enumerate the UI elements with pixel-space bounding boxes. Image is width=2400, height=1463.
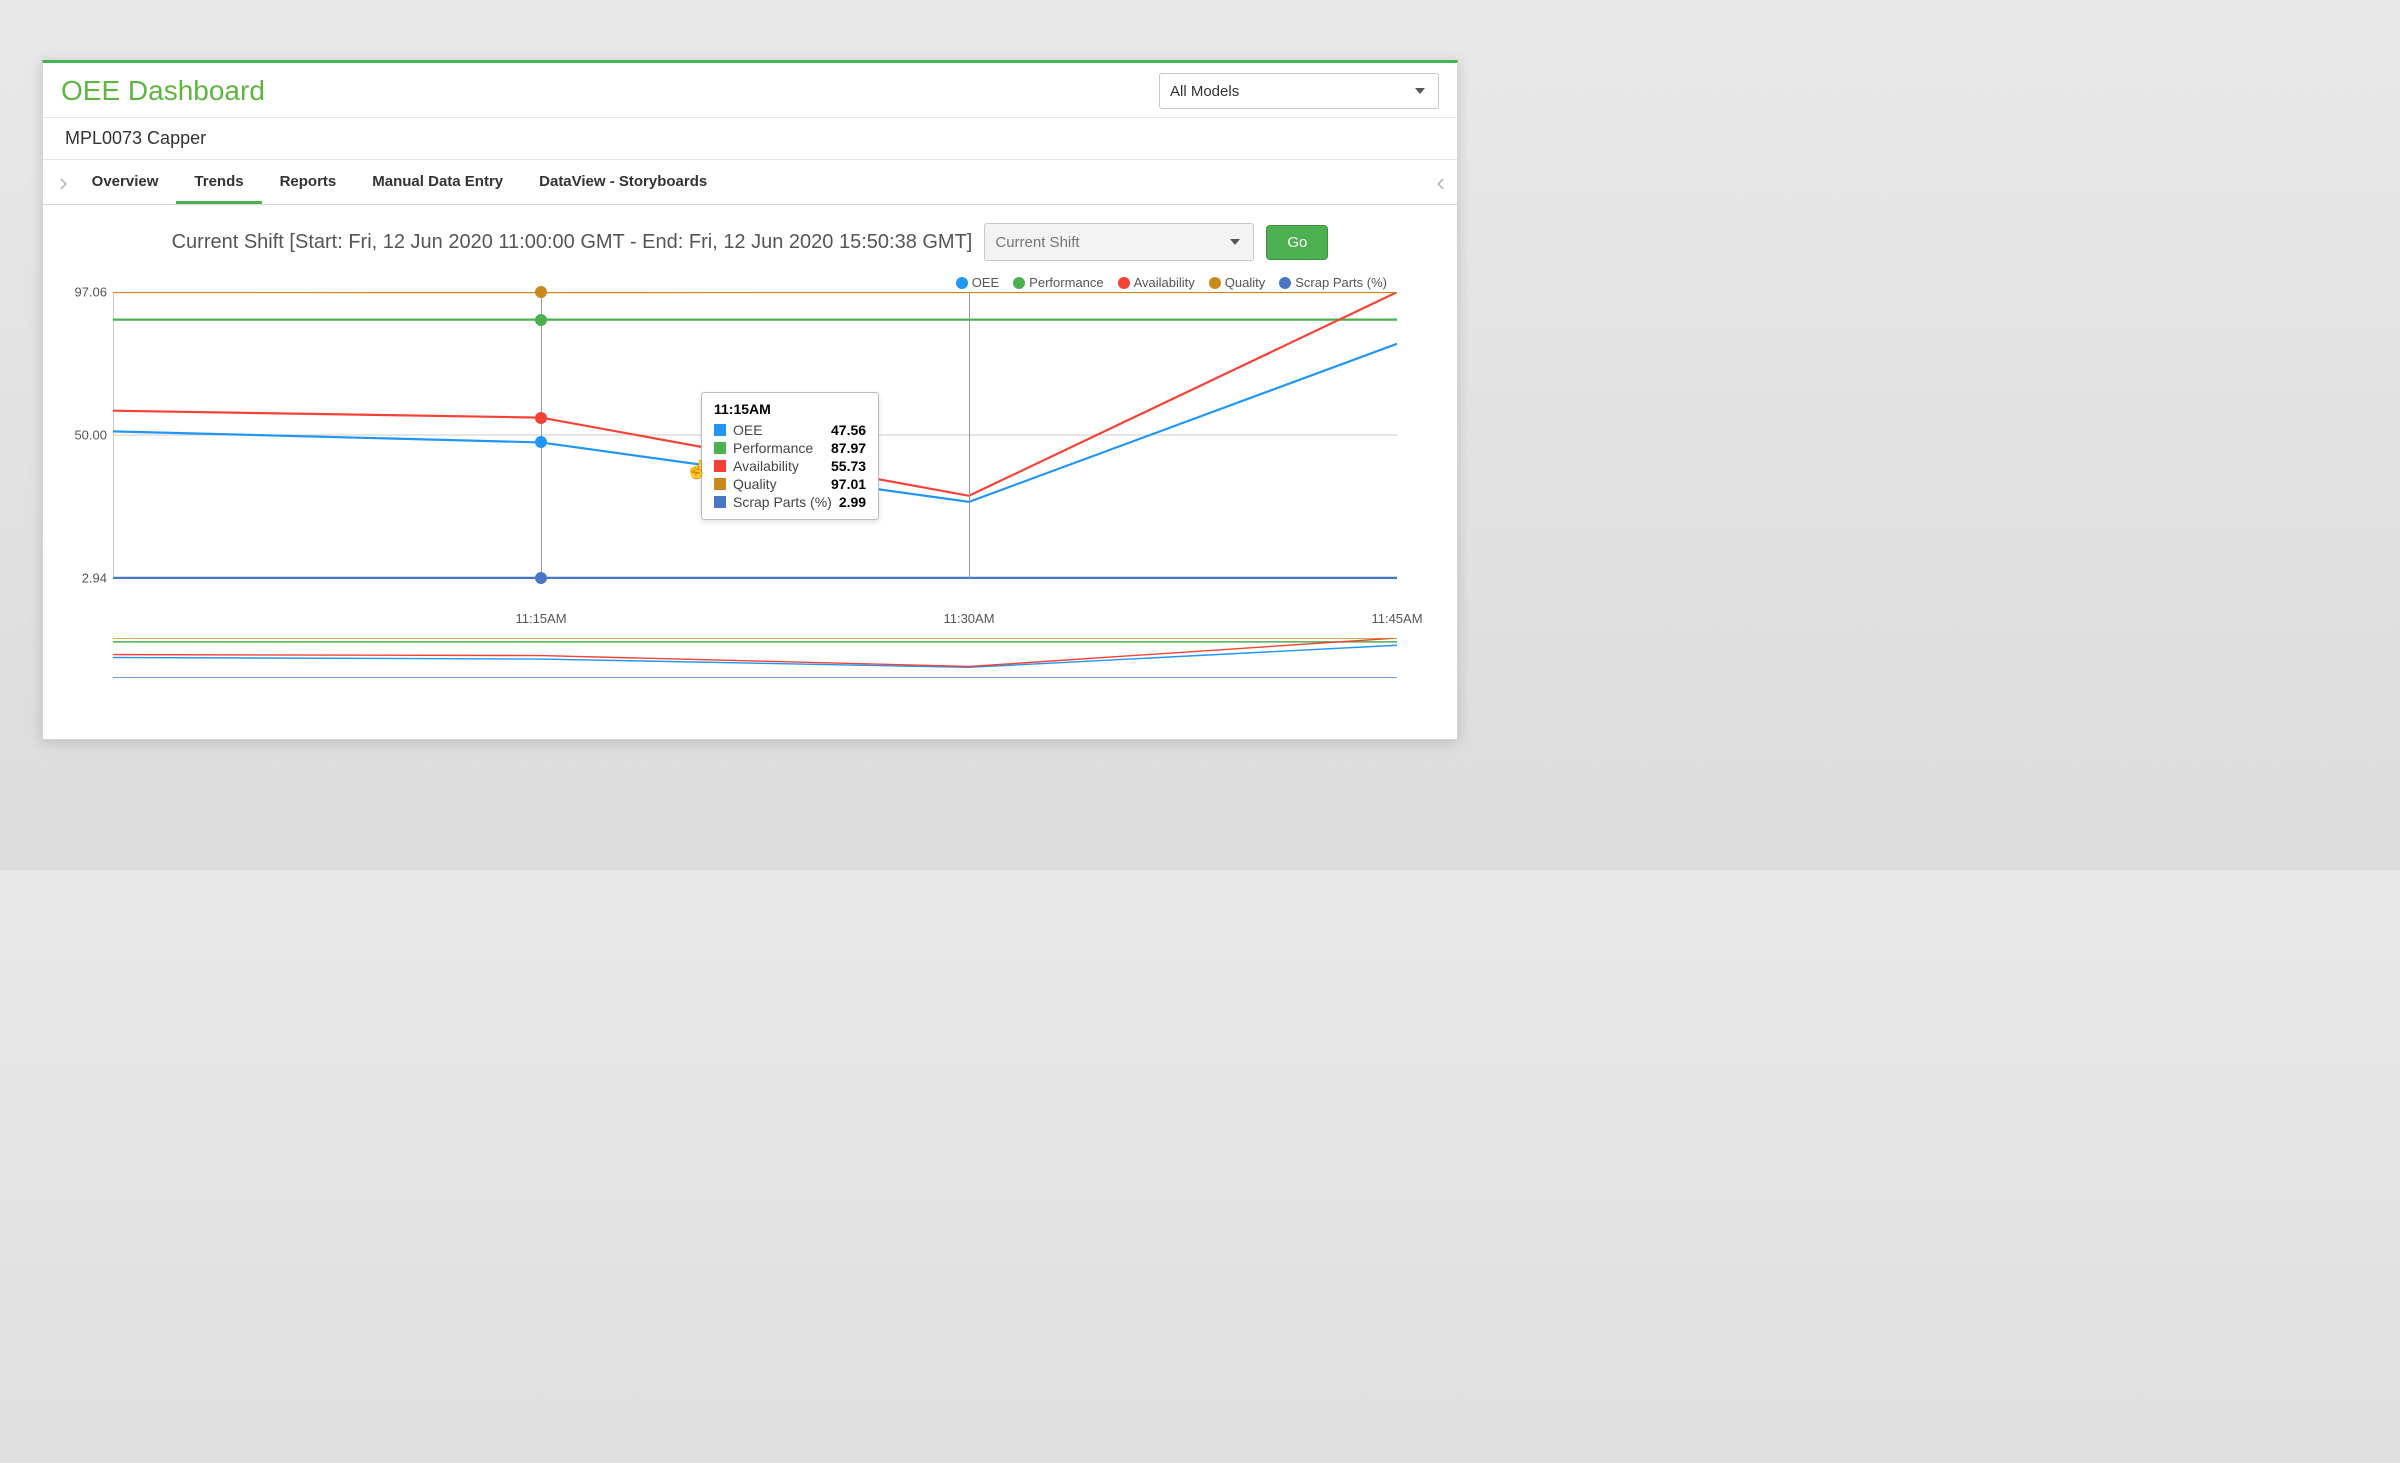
header: OEE Dashboard — [43, 63, 1457, 118]
tab-reports[interactable]: Reports — [262, 160, 355, 204]
dashboard-panel: OEE Dashboard MPL0073 Capper › OverviewT… — [42, 60, 1458, 740]
chart-tooltip: 11:15AM OEE 47.56 Performance 87.97 Avai… — [701, 392, 879, 520]
go-button[interactable]: Go — [1266, 225, 1328, 260]
context-marker-line — [969, 292, 970, 578]
tab-trends[interactable]: Trends — [176, 160, 261, 204]
tabs: › OverviewTrendsReportsManual Data Entry… — [43, 160, 1457, 205]
tooltip-row: Performance 87.97 — [714, 439, 866, 457]
y-tick: 50.00 — [59, 428, 107, 443]
main-chart[interactable]: 97.0650.002.9411:15AM11:30AM11:45AM11:15… — [113, 292, 1397, 602]
y-tick: 97.06 — [59, 285, 107, 300]
cursor-icon: ☝ — [686, 460, 708, 481]
y-tick: 2.94 — [59, 571, 107, 586]
chevron-left-icon[interactable]: › — [53, 165, 74, 200]
shift-row: Current Shift [Start: Fri, 12 Jun 2020 1… — [43, 205, 1457, 269]
shift-select[interactable] — [984, 223, 1254, 261]
data-point — [535, 436, 547, 448]
x-tick: 11:15AM — [515, 611, 566, 626]
tooltip-swatch-icon — [714, 460, 726, 472]
tooltip-label: Scrap Parts (%) — [733, 494, 832, 510]
legend-item-scrap-parts-[interactable]: Scrap Parts (%) — [1279, 275, 1387, 290]
x-tick: 11:45AM — [1371, 611, 1422, 626]
tooltip-label: Availability — [733, 458, 824, 474]
tab-overview[interactable]: Overview — [74, 160, 177, 204]
legend-item-quality[interactable]: Quality — [1209, 275, 1265, 290]
tooltip-value: 47.56 — [831, 422, 866, 438]
tooltip-swatch-icon — [714, 442, 726, 454]
x-tick: 11:30AM — [943, 611, 994, 626]
data-point — [535, 412, 547, 424]
tab-dataview-storyboards[interactable]: DataView - Storyboards — [521, 160, 725, 204]
tooltip-label: Quality — [733, 476, 824, 492]
tooltip-swatch-icon — [714, 424, 726, 436]
tooltip-value: 55.73 — [831, 458, 866, 474]
tooltip-label: OEE — [733, 422, 824, 438]
chevron-right-icon[interactable]: ‹ — [1430, 165, 1451, 200]
tooltip-value: 87.97 — [831, 440, 866, 456]
tooltip-swatch-icon — [714, 496, 726, 508]
tooltip-value: 2.99 — [839, 494, 866, 510]
model-select[interactable] — [1159, 73, 1439, 109]
page-title: OEE Dashboard — [61, 75, 265, 107]
tooltip-time: 11:15AM — [714, 401, 866, 417]
tooltip-swatch-icon — [714, 478, 726, 490]
legend-item-availability[interactable]: Availability — [1118, 275, 1195, 290]
chart-legend: OEE Performance Availability Quality Scrap P… — [43, 269, 1457, 292]
model-select-wrap — [1159, 73, 1439, 109]
tooltip-label: Performance — [733, 440, 824, 456]
tooltip-row: Quality 97.01 — [714, 475, 866, 493]
machine-name: MPL0073 Capper — [43, 118, 1457, 160]
data-point — [535, 572, 547, 584]
tooltip-value: 97.01 — [831, 476, 866, 492]
legend-item-oee[interactable]: OEE — [956, 275, 999, 290]
tooltip-row: Scrap Parts (%) 2.99 — [714, 493, 866, 511]
data-point — [535, 314, 547, 326]
data-point — [535, 286, 547, 298]
hover-line — [541, 292, 542, 578]
shift-range-text: Current Shift [Start: Fri, 12 Jun 2020 1… — [172, 231, 973, 254]
context-chart[interactable] — [113, 638, 1397, 678]
legend-item-performance[interactable]: Performance — [1013, 275, 1103, 290]
tooltip-row: Availability 55.73 — [714, 457, 866, 475]
shift-select-wrap — [984, 223, 1254, 261]
tooltip-row: OEE 47.56 — [714, 421, 866, 439]
tab-manual-data-entry[interactable]: Manual Data Entry — [354, 160, 521, 204]
